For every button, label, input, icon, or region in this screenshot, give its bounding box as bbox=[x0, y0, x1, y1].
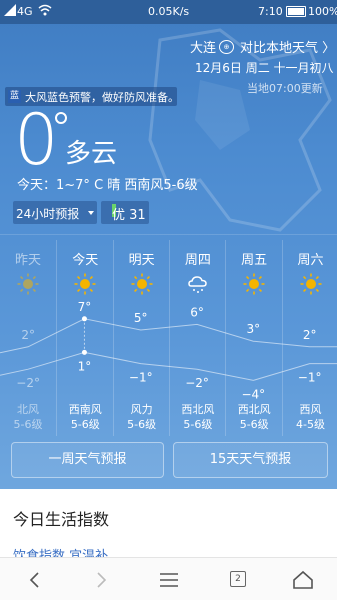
low-temp-label: −2° bbox=[185, 376, 209, 390]
back-icon[interactable] bbox=[20, 566, 50, 594]
menu-icon[interactable] bbox=[154, 566, 184, 594]
tabs-button[interactable]: 2 bbox=[230, 571, 246, 587]
aqi-value: 优 31 bbox=[112, 208, 146, 223]
week-forecast-button[interactable]: 一周天气预报 bbox=[11, 442, 164, 478]
network-speed: 0.05K/s bbox=[148, 5, 190, 18]
browser-nav-bar bbox=[0, 557, 337, 600]
status-bar: 4G 0.05K/s 7:10 100% bbox=[0, 0, 337, 24]
location-badge-icon: ⊕ bbox=[219, 40, 234, 54]
network-type: 4G bbox=[17, 5, 33, 18]
today-summary: 今天：1~7° C 晴 西南风5-6级 bbox=[17, 178, 198, 193]
low-temp-point bbox=[81, 349, 87, 355]
degree-symbol bbox=[55, 112, 67, 124]
compare-local-weather-link[interactable]: 对比本地天气 〉 bbox=[240, 37, 335, 56]
high-temp-point bbox=[81, 316, 87, 322]
high-temp-label: 5° bbox=[134, 311, 148, 325]
high-temp-label: 2° bbox=[21, 328, 35, 342]
24h-forecast-dropdown[interactable]: 24小时预报 bbox=[13, 201, 97, 224]
battery-level: 100% bbox=[308, 5, 337, 18]
home-icon[interactable] bbox=[288, 566, 318, 594]
clock: 7:10 bbox=[258, 5, 283, 18]
current-temperature: 0 bbox=[14, 99, 59, 181]
high-temp-label: 2° bbox=[303, 328, 317, 342]
wifi-icon bbox=[38, 4, 52, 16]
life-index-title: 今日生活指数 bbox=[13, 510, 110, 529]
forward-icon[interactable] bbox=[86, 566, 116, 594]
15-day-forecast-button[interactable]: 15天天气预报 bbox=[173, 442, 328, 478]
date-label: 12月6日 周二 十一月初八 bbox=[195, 61, 334, 75]
low-temp-label: −1° bbox=[298, 371, 322, 385]
high-temp-label: 3° bbox=[247, 322, 261, 336]
air-quality-badge[interactable]: 优 31 bbox=[101, 201, 149, 224]
low-temp-label: 1° bbox=[78, 359, 92, 373]
city-name[interactable]: 大连 bbox=[190, 37, 216, 56]
high-temp-line bbox=[0, 318, 337, 354]
life-index-card: 今日生活指数 饮食指数 宜温补 bbox=[0, 489, 337, 564]
low-temp-label: −1° bbox=[129, 371, 153, 385]
forecast-divider bbox=[0, 234, 337, 235]
low-temp-line bbox=[0, 351, 337, 381]
weather-app: 4G 0.05K/s 7:10 100% 大连 ⊕ 对比本地天气 〉 12月6日… bbox=[0, 0, 337, 600]
low-temp-label: −2° bbox=[16, 376, 40, 390]
battery-icon bbox=[286, 6, 306, 17]
current-condition: 多云 bbox=[65, 139, 118, 169]
high-temp-label: 7° bbox=[78, 300, 92, 314]
high-temp-label: 6° bbox=[190, 305, 204, 319]
low-temp-label: −4° bbox=[241, 387, 265, 401]
signal-icon bbox=[4, 4, 16, 16]
temperature-chart: 2° 7° 5° 6° 3° 2° −2° 1° −1° −2° −4° −1° bbox=[0, 300, 337, 401]
update-time: 当地07:00更新 bbox=[247, 82, 323, 95]
24h-forecast-label: 24小时预报 bbox=[16, 207, 80, 221]
dropdown-arrow-icon bbox=[88, 211, 94, 215]
